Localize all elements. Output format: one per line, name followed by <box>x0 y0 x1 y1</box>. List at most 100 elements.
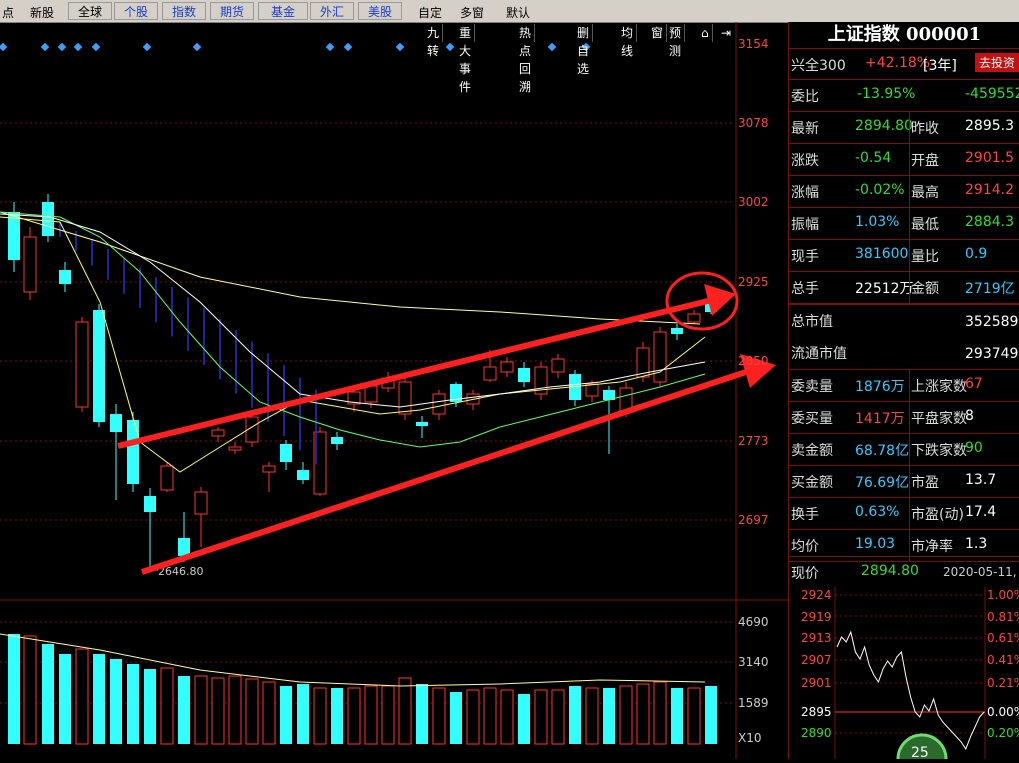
total-mcap-value: 352589亿 <box>965 314 1019 330</box>
svg-text:0.61%: 0.61% <box>987 631 1019 645</box>
quote-value: -0.54 <box>855 150 892 166</box>
candle-body <box>178 538 190 556</box>
candle-body <box>8 212 20 260</box>
quote-value: -0.02% <box>855 182 905 198</box>
collapse-icon[interactable]: ⇥ <box>718 24 734 42</box>
promo-row: 兴全300 +42.18% [3年] 去投资 <box>789 49 1019 79</box>
price-tick: 2697 <box>738 513 769 527</box>
volume-bar <box>228 675 242 745</box>
candle-body <box>416 422 428 426</box>
svg-text:0.21%: 0.21% <box>987 676 1019 690</box>
tab-funds[interactable]: 基金 <box>258 2 308 20</box>
volume-bar <box>671 688 683 744</box>
volume-bar <box>178 676 190 744</box>
quote-label: 昨收 <box>911 121 939 137</box>
quote-label: 平盘家数 <box>911 411 967 427</box>
quote-value: 381600 <box>855 246 909 262</box>
tool-moving-average[interactable]: 均线 <box>618 24 638 58</box>
tool-window[interactable]: 窗 <box>648 24 668 42</box>
quote-panel: 上证指数 000001 兴全300 +42.18% [3年] 去投资 委比 -1… <box>788 22 1019 759</box>
quote-value: 2901.5 <box>965 150 1014 166</box>
candle-body <box>518 368 530 382</box>
quote-label: 开盘 <box>911 153 939 169</box>
q2-row: 委卖量 1876万 上涨家数 67 <box>789 370 1019 401</box>
candle-body <box>483 366 497 381</box>
float-mcap-value: 293749亿 <box>965 346 1019 362</box>
quote-value: 0.63% <box>855 504 900 520</box>
quote-label: 买金额 <box>791 475 833 491</box>
svg-text:2907: 2907 <box>801 653 832 667</box>
volume-tick: 1589 <box>738 696 769 710</box>
candle-body <box>364 385 378 403</box>
quote-value: 1.03% <box>855 214 900 230</box>
candle-body <box>280 444 292 462</box>
quote-value: 90 <box>965 440 983 456</box>
toolbar-new-stock[interactable]: 新股 <box>30 4 54 21</box>
quote-label: 市盈 <box>911 475 939 491</box>
toolbar-multi-window[interactable]: 多窗 <box>460 4 484 21</box>
candle-body <box>23 236 37 293</box>
q2-row: 换手 0.63% 市盈(动) 17.4 <box>789 498 1019 529</box>
weibi-row: 委比 -13.95% -459552 <box>789 80 1019 110</box>
svg-text:0.41%: 0.41% <box>987 653 1019 667</box>
kline-chart[interactable]: 2646.80 3154 3078 3002 2925 2850 2773 26… <box>0 22 790 759</box>
tool-jiuzhuan[interactable]: 九转 <box>424 24 444 58</box>
toolbar-default[interactable]: 默认 <box>506 4 530 21</box>
quote-value: 1876万 <box>855 379 905 395</box>
quote-value: 1.3 <box>965 536 988 552</box>
upper-trend-arrow <box>117 297 713 449</box>
toolbar-partial-item[interactable]: 点 <box>2 4 14 21</box>
volume-bar <box>93 654 105 744</box>
quote-label: 量比 <box>911 249 939 265</box>
current-price-row: 现价 2894.80 2020-05-11, <box>789 557 1019 587</box>
intraday-mini-chart[interactable]: 2924 2919 2913 2907 2901 2895 2890 1.00%… <box>789 587 1019 759</box>
volume-bar <box>144 669 156 744</box>
volume-bar <box>127 664 139 744</box>
quote-label: 振幅 <box>791 217 819 233</box>
candle-body <box>653 331 667 383</box>
lock-icon[interactable]: ⌂ <box>698 24 713 42</box>
volume-bar <box>500 689 514 745</box>
tab-global[interactable]: 全球 <box>68 2 112 20</box>
tool-forecast[interactable]: 预测 <box>666 24 686 58</box>
volume-bar <box>313 687 327 745</box>
quote-value: 1417万 <box>855 411 905 427</box>
toolbar-custom[interactable]: 自定 <box>418 4 442 21</box>
candle-body <box>551 358 565 373</box>
volume-bar <box>280 686 292 744</box>
volume-bar <box>364 685 378 745</box>
tab-stock[interactable]: 个股 <box>114 2 158 20</box>
tool-major-events[interactable]: 重大事件 <box>456 24 476 94</box>
volume-bar <box>8 634 20 744</box>
tab-index[interactable]: 指数 <box>162 2 206 20</box>
candle-body <box>228 446 242 451</box>
volume-bar <box>160 667 174 745</box>
tab-us-stocks[interactable]: 美股 <box>358 2 402 20</box>
float-badge-text: 25 <box>911 745 929 759</box>
q1-row: 振幅 1.03% 最低 2884.3 <box>789 208 1019 239</box>
volume-bar <box>636 683 650 745</box>
volume-bar <box>705 686 717 744</box>
ma-line <box>0 216 706 473</box>
tool-delete-watchlist[interactable]: 删自选 <box>574 24 594 76</box>
promo-fund-name[interactable]: 兴全300 <box>791 55 846 75</box>
kline-svg: 2646.80 3154 3078 3002 2925 2850 2773 26… <box>0 22 790 759</box>
volume-bar <box>518 694 530 744</box>
candle-body <box>144 496 156 512</box>
candle-body <box>398 381 412 415</box>
candle-body <box>297 470 309 480</box>
tool-hotspot-review[interactable]: 热点回溯 <box>516 24 536 94</box>
tab-forex[interactable]: 外汇 <box>310 2 354 20</box>
quote-value: 2894.80 <box>855 118 913 134</box>
candle-body <box>671 328 683 334</box>
q2-row: 卖金额 68.78亿 下跌家数 90 <box>789 434 1019 465</box>
tab-futures[interactable]: 期货 <box>210 2 254 20</box>
volume-bar <box>262 681 276 745</box>
invest-button[interactable]: 去投资 <box>975 53 1019 72</box>
price-tick: 2925 <box>738 275 769 289</box>
quote-value: 22512万 <box>855 281 914 297</box>
volume-bar <box>398 677 412 745</box>
volume-tick: 3140 <box>738 655 769 669</box>
quote-value: 0.9 <box>965 246 988 262</box>
quote-value: 2719亿 <box>965 281 1015 297</box>
